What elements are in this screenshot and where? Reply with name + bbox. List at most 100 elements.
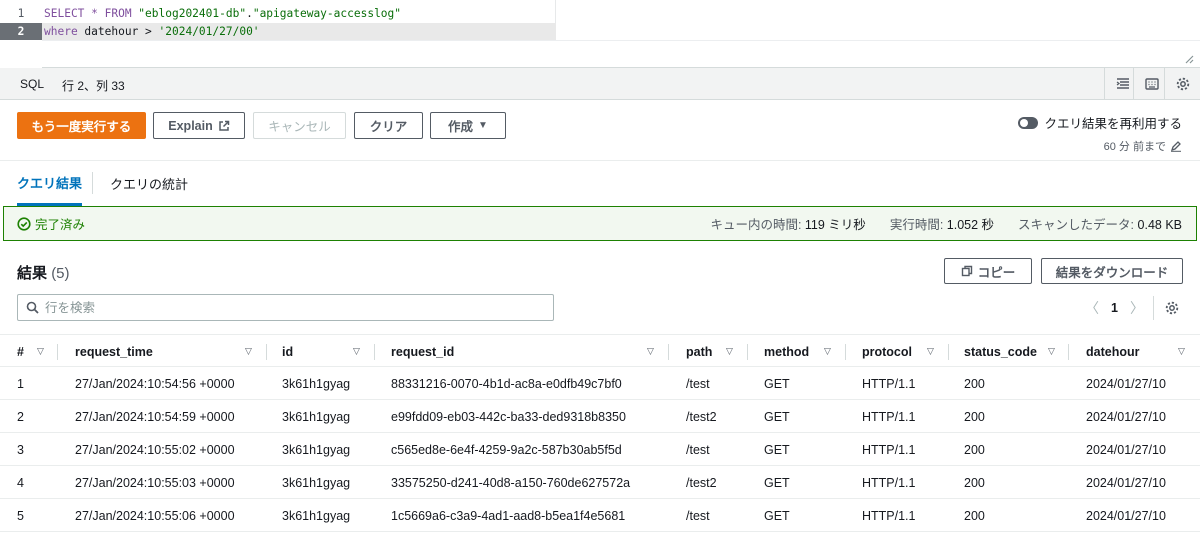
method-cell: GET [764,376,790,391]
table-settings-gear-icon[interactable] [1164,300,1180,316]
metric-label: キュー内の時間: [710,218,802,232]
column-divider[interactable] [668,344,669,360]
metric-value: 1.052 秒 [946,218,995,232]
datehour-cell: 2024/01/27/10 [1086,376,1166,391]
code-text[interactable]: SELECT * FROM "eblog202401-db"."apigatew… [44,5,401,22]
status-code-cell: 200 [964,508,985,523]
column-header[interactable]: path ▽ [686,335,746,368]
line-number: 1 [17,7,25,20]
format-icon [1116,78,1129,89]
status-code-cell: 200 [964,409,985,424]
request-time-cell: 27/Jan/2024:10:55:03 +0000 [75,475,235,490]
run-again-button[interactable]: もう一度実行する [17,112,146,139]
method-cell: GET [764,475,790,490]
sort-caret-icon[interactable]: ▽ [647,346,654,357]
column-divider[interactable] [845,344,846,360]
column-header-label: request_id [391,344,455,359]
status-text: 完了済み [35,218,86,232]
reuse-results-toggle[interactable] [1018,116,1039,129]
protocol-cell: HTTP/1.1 [862,409,916,424]
column-divider[interactable] [57,344,58,360]
chevron-left-icon[interactable]: 〈 [1085,298,1099,318]
column-header[interactable]: request_time ▽ [75,335,265,368]
column-header-label: method [764,344,810,359]
column-header[interactable]: datehour ▽ [1086,335,1196,368]
code-text[interactable]: where datehour > '2024/01/27/00' [44,23,260,40]
sort-caret-icon[interactable]: ▽ [353,346,360,357]
table-row[interactable]: 2 27/Jan/2024:10:54:59 +0000 3k61h1gyag e99… [0,400,1200,433]
language-label: SQL [20,77,45,91]
protocol-cell: HTTP/1.1 [862,475,916,490]
column-header[interactable]: status_code ▽ [964,335,1059,368]
editor-status-bar: SQL 行 2、列 33 [0,68,1200,100]
results-heading: 結果 (5) [17,262,70,283]
cursor-position: 行 2、列 33 [62,79,125,93]
sort-caret-icon[interactable]: ▽ [37,346,44,357]
reuse-age-label: 60 分 前まで [1103,141,1166,153]
id-cell: 3k61h1gyag [282,508,351,523]
id-cell: 3k61h1gyag [282,409,351,424]
column-divider[interactable] [374,344,375,360]
row-search-input[interactable] [45,300,525,315]
column-header[interactable]: # ▽ [17,335,57,368]
download-results-button[interactable]: 結果をダウンロード [1041,258,1183,284]
metric-label: 実行時間: [889,218,944,232]
cancel-button[interactable]: キャンセル [253,112,346,139]
request-time-cell: 27/Jan/2024:10:55:06 +0000 [75,508,235,523]
protocol-cell: HTTP/1.1 [862,376,916,391]
column-divider[interactable] [1068,344,1069,360]
chevron-right-icon[interactable]: 〉 [1130,298,1144,318]
column-divider[interactable] [747,344,748,360]
column-header[interactable]: id ▽ [282,335,372,368]
sort-caret-icon[interactable]: ▽ [1048,346,1055,357]
column-divider[interactable] [948,344,949,360]
column-header[interactable]: protocol ▽ [862,335,947,368]
create-dropdown-button[interactable]: 作成 ▼ [430,112,506,139]
current-page[interactable]: 1 [1111,301,1118,315]
sql-editor[interactable]: 1 SELECT * FROM "eblog202401-db"."apigat… [0,0,1200,68]
results-count: (5) [51,265,70,282]
sort-caret-icon[interactable]: ▽ [824,346,831,357]
code-token: . [246,7,253,20]
column-header[interactable]: request_id ▽ [391,335,666,368]
table-row[interactable]: 5 27/Jan/2024:10:55:06 +0000 3k61h1gyag 1c5… [0,499,1200,532]
tab-divider [92,172,93,194]
tab-query-results[interactable]: クエリ結果 [17,161,83,206]
table-body: 1 27/Jan/2024:10:54:56 +0000 3k61h1gyag 883… [0,367,1200,532]
editor-line-2[interactable]: 2 where datehour > '2024/01/27/00' [0,23,556,40]
editor-settings-button[interactable] [1164,68,1200,100]
column-header-label: path [686,344,713,359]
scanned-data-metric: スキャンしたデータ: 0.48 KB [1018,214,1182,233]
row-number-cell: 1 [17,376,24,391]
queue-time-metric: キュー内の時間: 119 ミリ秒 [710,214,865,233]
status-completed: 完了済み [17,214,85,233]
clear-button[interactable]: クリア [354,112,423,139]
sort-caret-icon[interactable]: ▽ [927,346,934,357]
copy-button[interactable]: コピー [944,258,1032,284]
copy-label: コピー [977,265,1016,280]
status-code-cell: 200 [964,475,985,490]
column-header[interactable]: method ▽ [764,335,844,368]
search-icon [26,301,39,314]
edit-pencil-icon[interactable] [1170,140,1182,152]
sort-caret-icon[interactable]: ▽ [726,346,733,357]
metric-label: スキャンしたデータ: [1018,218,1135,232]
check-circle-icon [17,216,31,231]
sort-caret-icon[interactable]: ▽ [245,346,252,357]
table-row[interactable]: 3 27/Jan/2024:10:55:02 +0000 3k61h1gyag c56… [0,433,1200,466]
gear-icon [1176,77,1189,91]
resize-handle-icon[interactable] [1184,54,1194,64]
explain-button[interactable]: Explain [153,112,245,139]
table-row[interactable]: 1 27/Jan/2024:10:54:56 +0000 3k61h1gyag 883… [0,367,1200,400]
request-time-cell: 27/Jan/2024:10:54:59 +0000 [75,409,235,424]
method-cell: GET [764,409,790,424]
row-search-box[interactable] [17,294,554,321]
code-token: "eblog202401-db" [138,7,247,20]
column-divider[interactable] [266,344,267,360]
status-code-cell: 200 [964,442,985,457]
request-id-cell: e99fdd09-eb03-442c-ba33-ded9318b8350 [391,409,626,424]
table-row[interactable]: 4 27/Jan/2024:10:55:03 +0000 3k61h1gyag 335… [0,466,1200,499]
sort-caret-icon[interactable]: ▽ [1178,346,1185,357]
tab-query-stats[interactable]: クエリの統計 [110,161,188,206]
editor-line-1[interactable]: 1 SELECT * FROM "eblog202401-db"."apigat… [0,5,556,22]
